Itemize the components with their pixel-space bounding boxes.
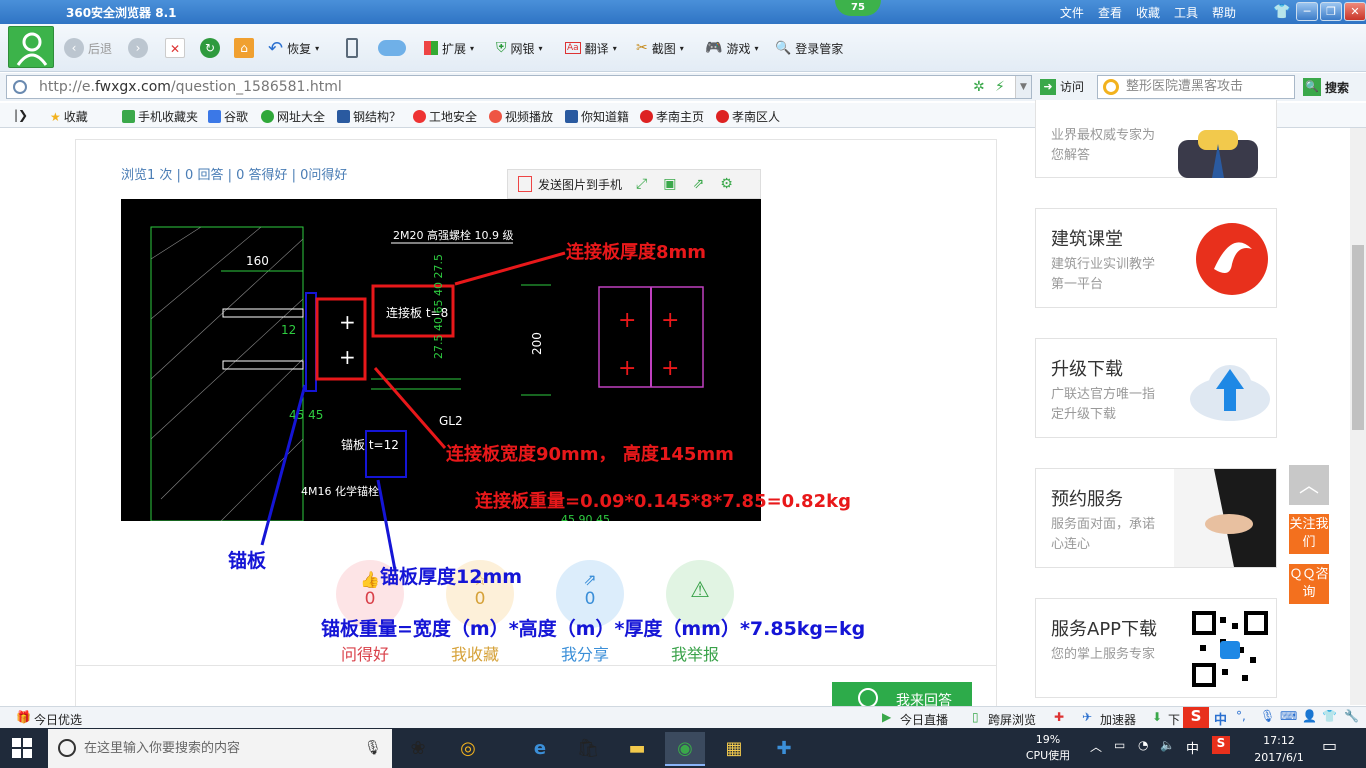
tray-expand-icon[interactable]: ︿ (1090, 738, 1102, 755)
search-engine-icon (1103, 79, 1119, 95)
menu-help[interactable]: 帮助 (1212, 4, 1236, 21)
taskbar-app-360browser[interactable]: ◉ (665, 732, 705, 766)
microphone-icon[interactable]: 🎙 (364, 729, 382, 768)
plus-icon: ✚ (1054, 710, 1065, 724)
follow-us-button[interactable]: 关注我们 (1289, 514, 1329, 554)
keyboard-icon[interactable]: ⌨ (1280, 709, 1297, 723)
clock[interactable]: 17:12 2017/6/1 (1244, 732, 1314, 766)
answer-button[interactable]: 我来回答 (832, 682, 972, 706)
photos-icon: ❀ (410, 738, 426, 759)
plate-size-annotation: 连接板宽度90mm， 高度145mm (446, 444, 734, 465)
phone-icon: ▯ (972, 710, 979, 724)
360-browser-icon: ◉ (677, 738, 693, 759)
plate-thickness-annotation: 连接板厚度8mm (566, 242, 707, 263)
anchor-annotation: 锚板 (228, 550, 267, 572)
folder-icon: ▬ (628, 738, 646, 759)
taskbar-app-explorer[interactable]: ▬ (617, 732, 657, 766)
wifi-icon[interactable]: ◔ (1138, 738, 1148, 752)
share-icon: ⇗ (583, 570, 597, 589)
skin-icon[interactable]: 👕 (1273, 4, 1290, 20)
calc-icon: ▦ (725, 738, 743, 759)
tool-icon: ✚ (776, 738, 792, 759)
browser-status-bar: 🎁 今日优选 ▶ 今日直播 ▯ 跨屏浏览 ✚ ✈ 加速器 ⬇ 下载 S 中 °,… (0, 706, 1366, 744)
menu-tools[interactable]: 工具 (1174, 4, 1198, 21)
input-method-indicator[interactable]: 中 (1186, 738, 1199, 757)
report-label[interactable]: 我举报 (671, 641, 719, 665)
scrollbar-thumb[interactable] (1352, 245, 1364, 430)
plate-weight-annotation: 连接板重量=0.09*0.145*8*7.85=0.82kg (475, 491, 851, 512)
go-arrow-icon: ➜ (1040, 78, 1056, 95)
user-icon[interactable]: 👤 (1302, 709, 1317, 723)
accelerator-link[interactable]: 加速器 (1100, 711, 1136, 728)
visit-button[interactable]: ➜ 访问 (1040, 78, 1084, 95)
network-icon[interactable]: ▭ (1114, 738, 1125, 752)
gift-icon: 🎁 (16, 710, 31, 724)
today-pick-link[interactable]: 今日优选 (34, 711, 82, 728)
download-icon: ⬇ (1152, 710, 1163, 724)
close-button[interactable]: ✕ (1344, 2, 1366, 21)
taskbar-app-tool[interactable]: ✚ (764, 732, 804, 766)
taskbar-app-chrome[interactable]: ◎ (448, 732, 488, 766)
chevron-up-icon: ︿ (1299, 473, 1319, 497)
warning-icon: ⚠ (690, 578, 710, 603)
browser-icon: ◎ (460, 738, 476, 759)
notification-icon[interactable]: ▭ (1322, 736, 1337, 755)
cross-screen-link[interactable]: 跨屏浏览 (988, 711, 1036, 728)
cpu-label: CPU使用 (1025, 749, 1071, 762)
cloud-download-icon (1190, 365, 1270, 421)
course-card[interactable]: 建筑课堂 建筑行业实训教学第一平台 (1035, 208, 1277, 308)
menu-bar: 文件 查看 收藏 工具 帮助 (1060, 4, 1236, 21)
taskbar-app-store[interactable]: 🛍 (568, 732, 608, 766)
url-dropdown-icon[interactable]: ▼ (1015, 76, 1031, 98)
search-icon: 🔍 (1303, 78, 1321, 96)
moon-icon: °, (1236, 709, 1246, 723)
mic-icon[interactable]: 🎙 (1260, 709, 1275, 723)
app-download-card[interactable]: 服务APP下载 您的掌上服务专家 (1035, 598, 1277, 698)
upgrade-card[interactable]: 升级下载 广联达官方唯一指定升级下载 (1035, 338, 1277, 438)
search-icon (58, 739, 76, 757)
today-live-link[interactable]: 今日直播 (900, 711, 948, 728)
booking-card[interactable]: 预约服务 服务面对面，承诺心连心 (1035, 468, 1277, 568)
qq-consult-button[interactable]: ＱＱ咨询 (1289, 564, 1329, 604)
menu-favorites[interactable]: 收藏 (1136, 4, 1160, 21)
start-button[interactable] (12, 738, 32, 758)
maximize-button[interactable]: ❐ (1320, 2, 1342, 21)
taskbar-app-glodon[interactable]: ▦ (714, 732, 754, 766)
menu-view[interactable]: 查看 (1098, 4, 1122, 21)
ime-mode-text[interactable]: 中 (1214, 709, 1227, 728)
cpu-percent: 19% (1035, 733, 1061, 746)
expert-card[interactable]: 业界最权威专家为您解答 (1035, 100, 1277, 178)
menu-file[interactable]: 文件 (1060, 4, 1084, 21)
sogou-ime-icon[interactable]: S (1183, 707, 1209, 729)
search-input[interactable]: 整形医院遭黑客攻击 (1097, 75, 1295, 99)
wrench-icon[interactable]: 🔧 (1344, 709, 1359, 723)
taskbar-app-photos[interactable]: ❀ (398, 732, 438, 766)
favorite-label[interactable]: 我收藏 (451, 641, 499, 665)
taskbar-search-input[interactable]: 在这里输入你要搜索的内容 🎙 (48, 729, 392, 768)
volume-icon[interactable]: 🔈 (1160, 738, 1175, 752)
course-logo-icon (1196, 223, 1268, 295)
rocket-icon: ✈ (1082, 710, 1093, 724)
expert-mascot-icon (1178, 130, 1258, 178)
shirt-icon[interactable]: 👕 (1322, 709, 1337, 723)
share-label[interactable]: 我分享 (561, 641, 609, 665)
qr-code-icon (1192, 611, 1268, 687)
anchor-thickness-annotation: 锚板厚度12mm (380, 566, 523, 588)
like-label[interactable]: 问得好 (341, 641, 389, 665)
search-button[interactable]: 🔍 搜索 (1303, 78, 1349, 96)
back-to-top-button[interactable]: ︿ (1289, 465, 1329, 505)
chat-icon (858, 688, 878, 706)
anchor-weight-annotation: 锚板重量=宽度（m）*高度（m）*厚度（mm）*7.85kg=kg (321, 618, 866, 640)
play-icon: ▶ (882, 710, 892, 724)
taskbar-app-edge[interactable]: e (520, 732, 560, 766)
handshake-photo-icon (1174, 469, 1276, 567)
cpu-usage-widget[interactable]: 19% CPU使用 (1024, 732, 1072, 764)
sogou-tray-icon[interactable]: S (1212, 736, 1230, 754)
minimize-button[interactable]: ─ (1296, 2, 1318, 21)
store-icon: 🛍 (576, 738, 600, 759)
edge-icon: e (533, 738, 547, 759)
